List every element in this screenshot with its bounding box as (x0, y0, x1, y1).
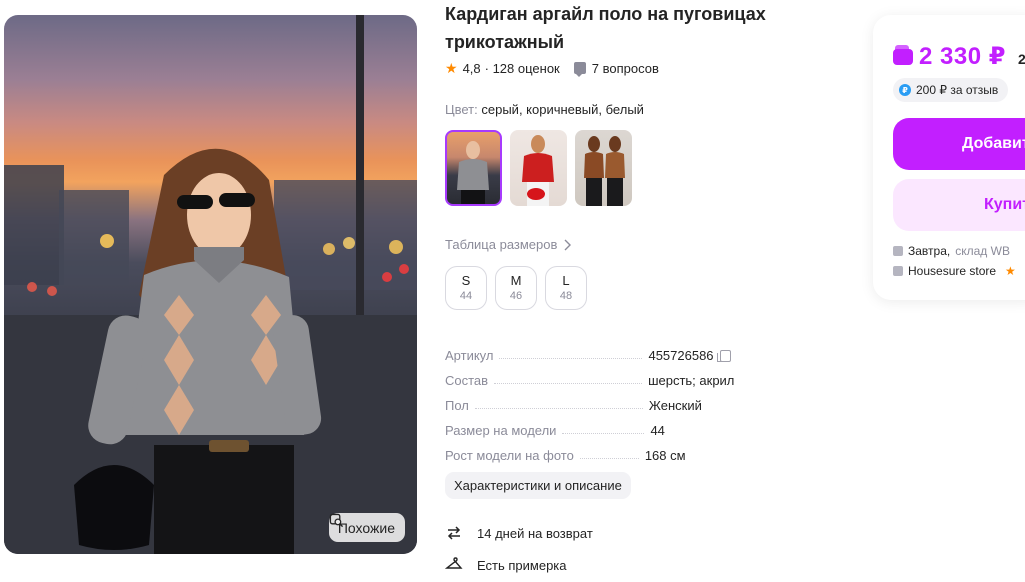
spec-dots (474, 408, 643, 409)
store-icon (893, 266, 903, 276)
size-label: M (510, 273, 522, 288)
size-option-l[interactable]: L 48 (545, 266, 587, 310)
similar-label: Похожие (337, 519, 395, 536)
product-photo-illustration (4, 15, 417, 554)
similar-button[interactable]: Похожие (328, 513, 405, 542)
color-label: Цвет: (445, 102, 478, 117)
star-icon: ★ (1005, 264, 1016, 278)
review-bonus-chip[interactable]: ₽ 200 ₽ за отзыв (893, 78, 1009, 102)
rating-value: 4,8 (462, 60, 481, 76)
price-row: 2 330 ₽ 2 (893, 42, 1025, 71)
spec-key: Пол (445, 398, 469, 413)
thumb-grey-image (457, 141, 489, 204)
fitting-feature: Есть примерка (445, 556, 567, 574)
color-value: серый, коричневый, белый (481, 102, 644, 117)
similar-search-icon (329, 513, 343, 528)
color-thumb-white[interactable] (575, 130, 632, 206)
chevron-right-icon (564, 239, 572, 250)
store-name: Housesure store (908, 264, 997, 278)
buy-card: 2 330 ₽ 2 ₽ 200 ₽ за отзыв Добавит Купит… (873, 15, 1025, 300)
size-option-m[interactable]: M 46 (495, 266, 537, 310)
specs-list: Артикул 455726586 Состав шерсть; акрил П… (445, 338, 745, 463)
color-thumb-grey[interactable] (445, 130, 502, 206)
add-to-cart-button[interactable]: Добавит (893, 118, 1025, 170)
size-label: S (461, 273, 471, 288)
color-row: Цвет: серый, коричневый, белый (445, 102, 644, 117)
size-option-s[interactable]: S 44 (445, 266, 487, 310)
spec-dots (562, 433, 645, 434)
store-info[interactable]: Housesure store ★ (893, 264, 1016, 278)
spec-key: Состав (445, 373, 489, 388)
star-icon: ★ (445, 59, 458, 76)
spec-value: Женский (648, 398, 702, 413)
size-label: L (562, 273, 570, 288)
delivery-day: Завтра, (908, 244, 951, 258)
thumb-brown-image (522, 135, 554, 206)
box-icon (893, 246, 903, 256)
spec-row: Размер на модели 44 (445, 413, 745, 438)
buy-now-button[interactable]: Купит (893, 179, 1025, 231)
color-thumbnails (445, 130, 632, 206)
hanger-icon (445, 557, 463, 569)
questions-link[interactable]: 7 вопросов (592, 61, 659, 76)
product-title: Кардиган аргайл поло на пуговицах трикот… (445, 4, 766, 52)
return-arrows-icon (447, 526, 461, 540)
return-feature: 14 дней на возврат (445, 524, 593, 542)
spec-dots (579, 458, 639, 459)
color-thumb-brown[interactable] (510, 130, 567, 206)
characteristics-button[interactable]: Характеристики и описание (445, 472, 631, 499)
size-number: 46 (509, 290, 523, 302)
size-options: S 44 M 46 L 48 (445, 266, 587, 310)
size-table-label: Таблица размеров (445, 237, 558, 252)
price-secondary: 2 (1017, 50, 1025, 67)
spec-key: Артикул (445, 348, 494, 363)
size-table-link[interactable]: Таблица размеров (445, 237, 572, 252)
delivery-place: склад WB (955, 244, 1010, 258)
copy-icon[interactable] (716, 349, 731, 362)
spec-row: Пол Женский (445, 388, 745, 413)
reviews-link[interactable]: · 128 оценок (485, 61, 560, 76)
fitting-text: Есть примерка (477, 557, 567, 573)
spec-dots (494, 383, 643, 384)
spec-row: Артикул 455726586 (445, 338, 745, 363)
product-main-photo[interactable]: Похожие (4, 15, 417, 554)
article-number: 455726586 (648, 348, 714, 363)
spec-value: 44 (650, 423, 665, 438)
wallet-icon (893, 44, 913, 65)
spec-dots (499, 358, 643, 359)
spec-row: Состав шерсть; акрил (445, 363, 745, 388)
spec-value: 168 см (644, 448, 686, 463)
coin-icon: ₽ (899, 84, 911, 96)
size-number: 44 (459, 290, 473, 302)
review-bonus-text: 200 ₽ за отзыв (916, 83, 999, 97)
spec-row: Рост модели на фото 168 см (445, 438, 745, 463)
price: 2 330 ₽ (919, 43, 1006, 70)
spec-value: 455726586 (648, 348, 731, 363)
return-text: 14 дней на возврат (477, 525, 593, 541)
spec-value: шерсть; акрил (648, 373, 735, 388)
delivery-info: Завтра, склад WB (893, 244, 1010, 258)
thumb-white-image (584, 136, 625, 206)
rating-row: ★ 4,8 · 128 оценок 7 вопросов (445, 59, 659, 77)
spec-key: Размер на модели (445, 423, 557, 438)
spec-key: Рост модели на фото (445, 448, 574, 463)
size-number: 48 (559, 290, 573, 302)
question-icon (573, 62, 586, 77)
